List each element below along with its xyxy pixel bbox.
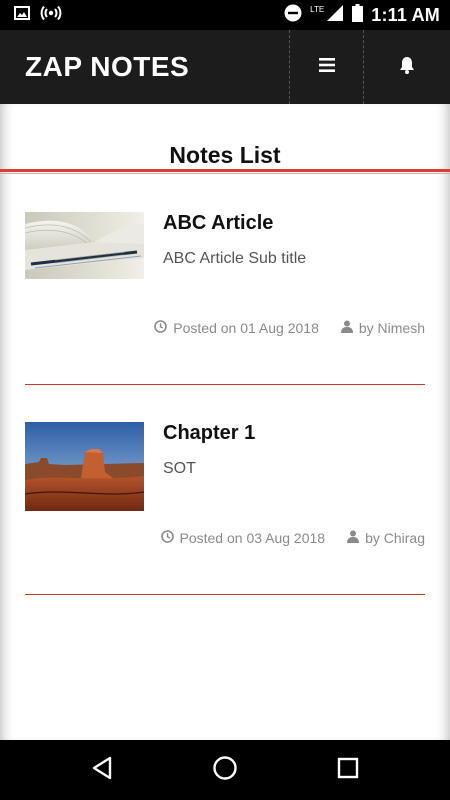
author: by Nimesh bbox=[358, 320, 425, 336]
recents-button[interactable] bbox=[328, 750, 368, 790]
title-divider bbox=[0, 169, 450, 172]
hamburger-menu-icon bbox=[318, 57, 335, 77]
back-button[interactable] bbox=[82, 750, 122, 790]
app-header: ZAP NOTES bbox=[0, 30, 450, 104]
note-divider bbox=[25, 594, 425, 595]
note-subtitle: SOT bbox=[163, 460, 196, 477]
note-meta: Posted on 01 Aug 2018 by Nimesh bbox=[154, 320, 425, 336]
note-title[interactable]: Chapter 1 bbox=[163, 422, 255, 445]
hotspot-icon bbox=[40, 5, 62, 26]
status-bar: LTE 1:11 AM bbox=[0, 0, 450, 30]
note-thumbnail[interactable] bbox=[25, 212, 144, 279]
page-title: Notes List bbox=[169, 142, 281, 168]
network-type: LTE bbox=[310, 4, 325, 14]
back-triangle-icon bbox=[91, 756, 113, 785]
author: by Chirag bbox=[365, 530, 425, 546]
user-icon bbox=[340, 320, 353, 336]
clock-icon bbox=[160, 530, 174, 546]
desert-butte-image bbox=[25, 422, 144, 511]
title-divider-thin bbox=[0, 173, 450, 174]
user-icon bbox=[347, 530, 360, 546]
posted-date: Posted on 01 Aug 2018 bbox=[173, 320, 319, 336]
bell-icon bbox=[398, 56, 416, 79]
do-not-disturb-icon bbox=[284, 4, 302, 27]
app-title: ZAP NOTES bbox=[25, 51, 190, 82]
note-meta: Posted on 03 Aug 2018 by Chirag bbox=[160, 530, 425, 546]
home-circle-icon bbox=[212, 755, 238, 786]
status-time: 1:11 AM bbox=[371, 4, 440, 25]
menu-button[interactable] bbox=[289, 30, 363, 104]
recents-square-icon bbox=[337, 757, 359, 784]
battery-icon bbox=[352, 3, 364, 27]
notes-list-panel: Notes List ABC Article ABC Article Sub t… bbox=[0, 104, 450, 740]
notifications-button[interactable] bbox=[363, 30, 450, 104]
home-button[interactable] bbox=[205, 750, 245, 790]
signal-icon bbox=[326, 4, 344, 27]
system-nav-bar bbox=[0, 740, 450, 800]
posted-date: Posted on 03 Aug 2018 bbox=[179, 530, 326, 546]
note-divider bbox=[25, 384, 425, 385]
clock-icon bbox=[154, 320, 168, 336]
note-subtitle: ABC Article Sub title bbox=[163, 250, 307, 267]
gallery-icon bbox=[14, 5, 30, 25]
note-thumbnail[interactable] bbox=[25, 422, 144, 511]
open-book-image bbox=[25, 212, 144, 279]
note-title[interactable]: ABC Article bbox=[163, 212, 273, 235]
